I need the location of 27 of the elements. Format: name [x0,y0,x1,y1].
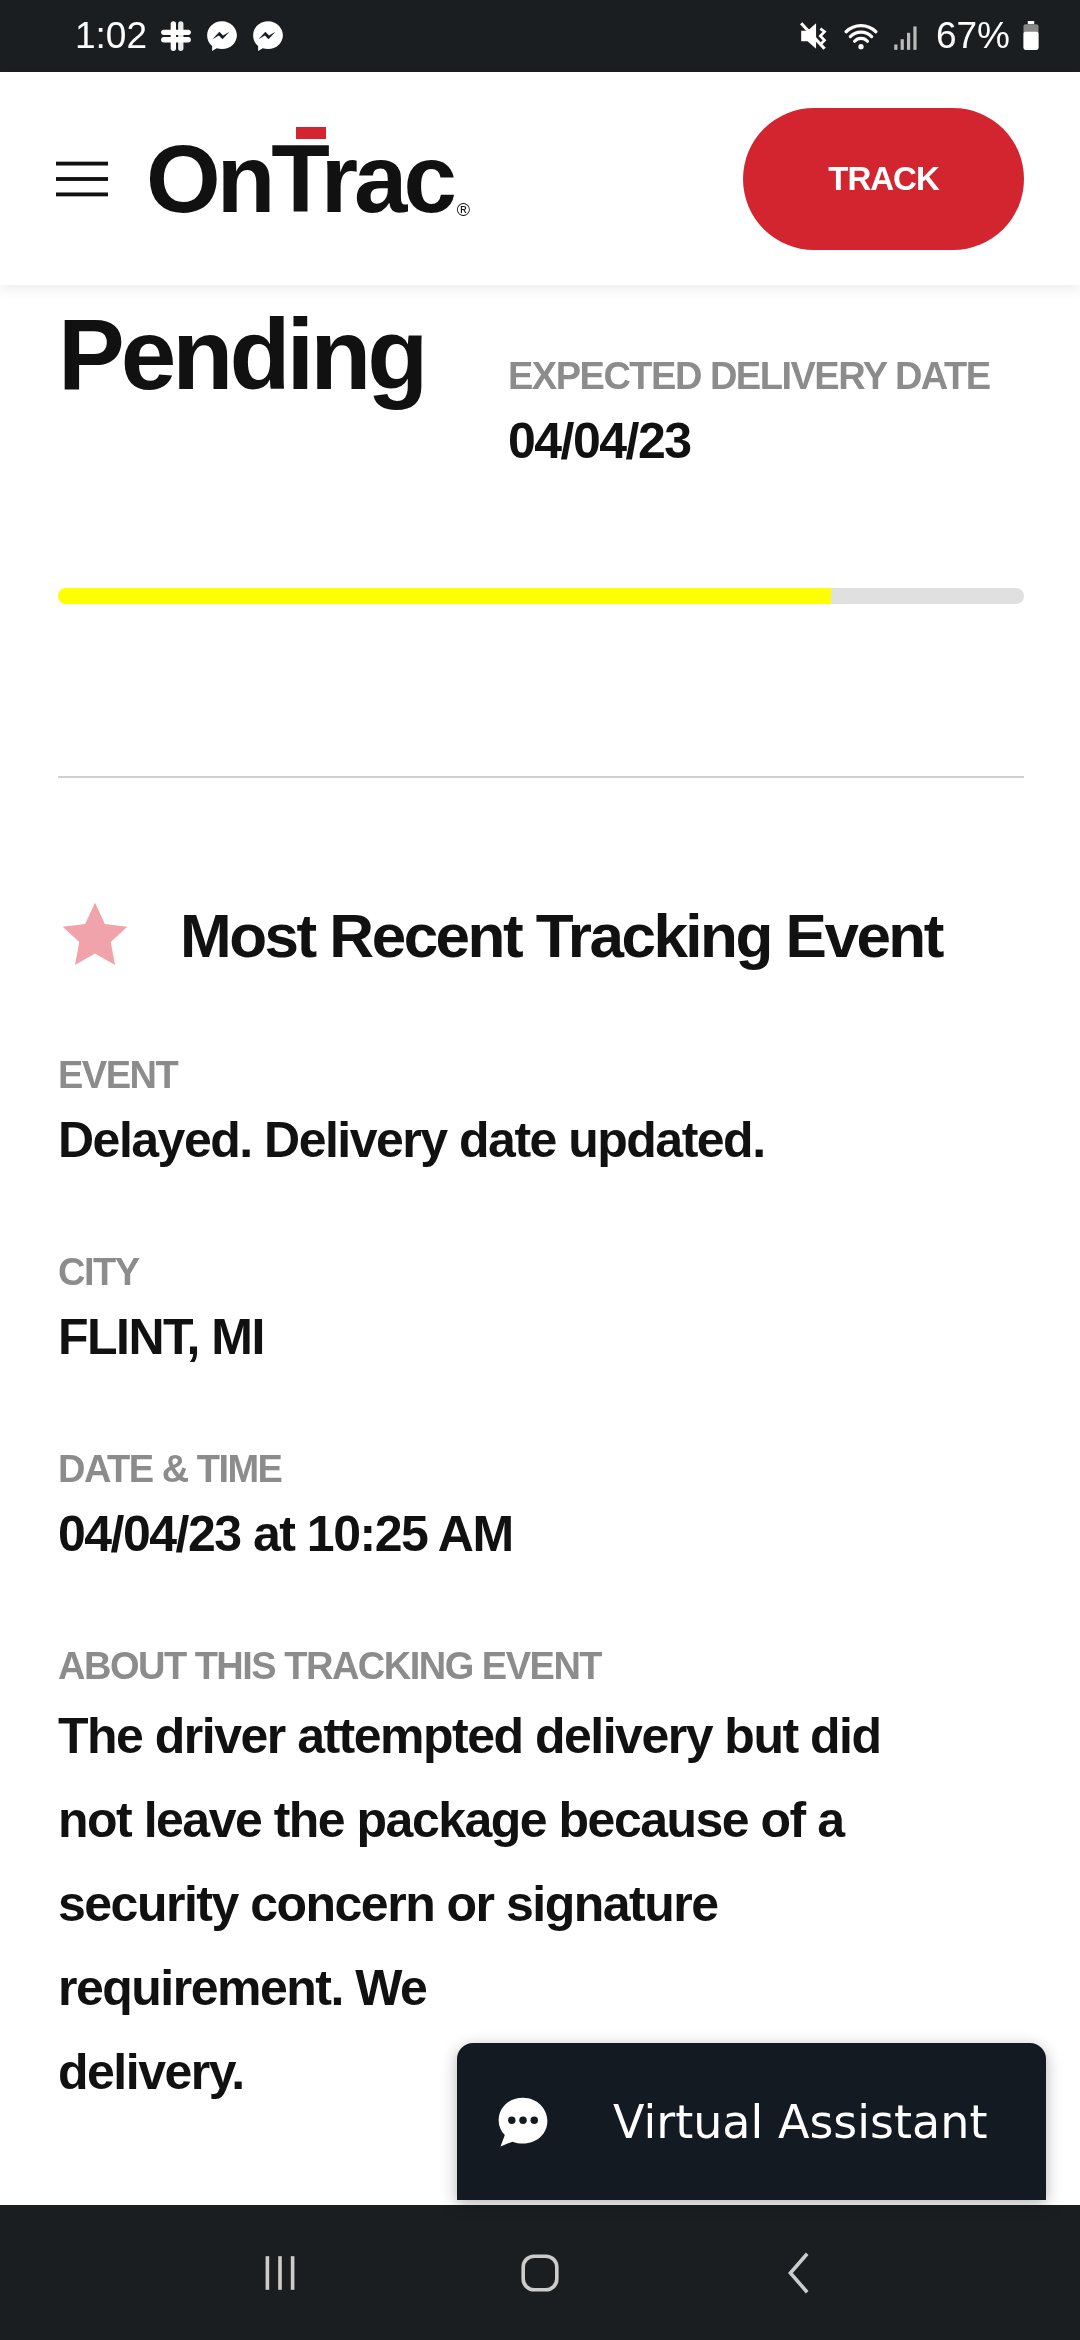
registered-mark: ® [456,199,471,221]
field-value: Delayed. Delivery date updated. [58,1111,766,1169]
chat-bubble-icon [205,19,239,53]
chat-bubble-icon [251,19,285,53]
description-line: security concern or signature [58,1875,719,1934]
logo[interactable]: OnTrac [146,130,453,227]
battery-level: 67% [935,15,1010,57]
field-label: EVENT [58,1054,179,1097]
description-line: requirement. We [58,1959,428,2018]
description-line: The driver attempted delivery but did [58,1707,882,1766]
expected-date-label: EXPECTED DELIVERY DATE [508,355,990,398]
virtual-assistant-button[interactable]: Virtual Assistant [457,2043,1046,2200]
battery-icon [1022,21,1040,51]
field-label: CITY [58,1251,141,1294]
app-notification-icon [159,19,193,53]
menu-icon[interactable] [56,160,108,197]
field-value: FLINT, MI [58,1308,265,1366]
description-line: not leave the package because of a [58,1791,846,1850]
clock: 1:02 [75,15,147,57]
shipment-status: Pending [58,299,426,409]
description-line: delivery. [58,2043,245,2102]
field-value: 04/04/23 at 10:25 AM [58,1505,514,1563]
field-label: DATE & TIME [58,1448,283,1491]
expected-date: 04/04/23 [508,412,692,470]
section-heading: Most Recent Tracking Event [180,899,942,971]
track-button[interactable]: TRACK [743,107,1024,250]
field-label: ABOUT THIS TRACKING EVENT [58,1645,603,1688]
